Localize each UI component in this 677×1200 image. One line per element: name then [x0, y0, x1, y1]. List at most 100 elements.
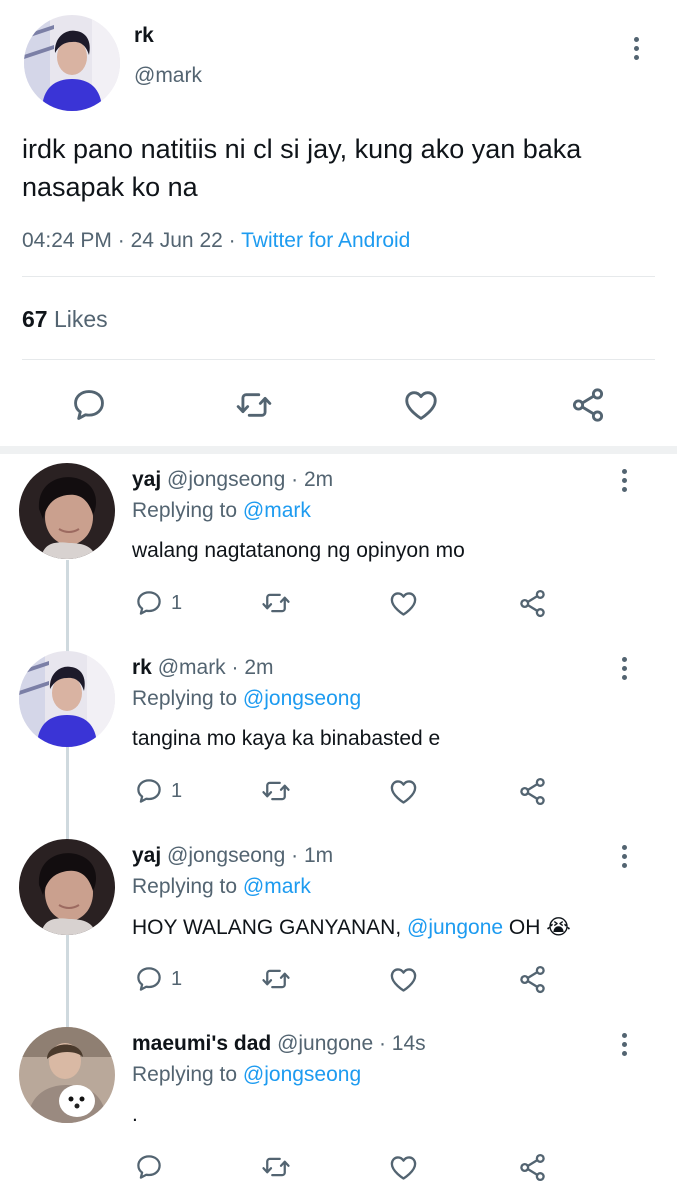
meta-separator: · — [222, 229, 242, 252]
reply-text: HOY WALANG GANYANAN, @jungone OH 😭 — [132, 915, 571, 940]
reply-button[interactable] — [134, 776, 164, 806]
author-name[interactable]: maeumi's dad — [132, 1032, 271, 1055]
reply-button[interactable] — [134, 588, 164, 618]
retweet-button[interactable] — [259, 1152, 293, 1182]
reply-header: maeumi's dad @jungone · 14s — [132, 1032, 426, 1056]
more-icon[interactable] — [622, 845, 628, 872]
replying-to: Replying to @mark — [132, 499, 311, 523]
divider — [22, 276, 655, 277]
retweet-button[interactable] — [259, 776, 293, 806]
reply-text: walang nagtatanong ng opinyon mo — [132, 539, 465, 562]
like-button[interactable] — [388, 1152, 419, 1183]
share-button[interactable] — [517, 964, 548, 995]
share-button[interactable] — [517, 1152, 548, 1183]
like-button[interactable] — [388, 964, 419, 995]
likes-label: Likes — [53, 306, 108, 332]
reply-count: 1 — [171, 592, 183, 614]
share-icon — [569, 386, 607, 424]
tweet-source-link[interactable]: Twitter for Android — [241, 229, 410, 252]
avatar[interactable] — [24, 15, 120, 111]
reply-icon — [134, 1152, 164, 1182]
replying-label: Replying to — [132, 875, 238, 898]
replying-label: Replying to — [132, 1063, 238, 1086]
tweet-text: irdk pano natitiis ni cl si jay, kung ak… — [22, 134, 582, 202]
avatar[interactable] — [19, 1027, 115, 1123]
replying-to: Replying to @jongseong — [132, 1063, 361, 1087]
retweet-button[interactable] — [259, 964, 293, 994]
tweet-date: 24 Jun 22 — [130, 229, 223, 252]
reply-icon — [134, 964, 164, 994]
more-icon[interactable] — [622, 469, 628, 496]
like-button[interactable] — [388, 776, 419, 807]
reply-count: 1 — [171, 968, 183, 990]
crying-emoji-icon: 😭 — [546, 916, 571, 939]
retweet-button[interactable] — [234, 386, 274, 424]
share-icon — [517, 1152, 548, 1183]
like-icon — [402, 386, 440, 424]
retweet-icon — [259, 964, 293, 994]
author-handle[interactable]: @jongseong — [167, 844, 285, 867]
author-name[interactable]: rk — [134, 24, 154, 48]
author-handle[interactable]: @jungone — [277, 1032, 373, 1055]
reply-button[interactable] — [134, 964, 164, 994]
retweet-button[interactable] — [259, 588, 293, 618]
reply-icon — [134, 588, 164, 618]
like-icon — [388, 964, 419, 995]
reply-button[interactable] — [134, 1152, 164, 1182]
like-icon — [388, 588, 419, 619]
likes-stat[interactable]: 67 Likes — [22, 306, 108, 333]
reply-time: 14s — [391, 1032, 426, 1055]
reply-time: 2m — [244, 656, 274, 679]
retweet-icon — [259, 588, 293, 618]
retweet-icon — [234, 386, 274, 424]
author-name[interactable]: yaj — [132, 468, 161, 491]
dot-separator: · — [285, 844, 304, 867]
reply-time: 2m — [303, 468, 334, 491]
dot-separator: · — [225, 656, 245, 679]
reply-header: rk @mark · 2m — [132, 656, 274, 680]
share-icon — [517, 588, 548, 619]
tweet-meta: 04:24 PM · 24 Jun 22 · Twitter for Andro… — [22, 229, 410, 253]
like-button[interactable] — [388, 588, 419, 619]
share-icon — [517, 776, 548, 807]
dot-separator: · — [285, 468, 304, 491]
replying-to-link[interactable]: @jongseong — [243, 687, 361, 710]
section-separator — [0, 446, 677, 454]
replying-to-link[interactable]: @jongseong — [243, 1063, 361, 1086]
avatar[interactable] — [19, 651, 115, 747]
replying-label: Replying to — [132, 499, 238, 522]
share-button[interactable] — [517, 588, 548, 619]
reply-text-part: OH — [503, 916, 547, 939]
like-icon — [388, 1152, 419, 1183]
reply-text: . — [132, 1103, 138, 1126]
retweet-icon — [259, 1152, 293, 1182]
share-button[interactable] — [517, 776, 548, 807]
replying-to-link[interactable]: @mark — [243, 875, 311, 898]
reply-icon — [134, 776, 164, 806]
like-icon — [388, 776, 419, 807]
author-handle[interactable]: @mark — [158, 656, 226, 679]
author-name[interactable]: rk — [132, 656, 152, 679]
more-icon[interactable] — [622, 657, 628, 684]
replying-to: Replying to @jongseong — [132, 687, 361, 711]
avatar[interactable] — [19, 839, 115, 935]
replying-label: Replying to — [132, 687, 238, 710]
dot-separator: · — [373, 1032, 392, 1055]
author-name[interactable]: yaj — [132, 844, 161, 867]
avatar[interactable] — [19, 463, 115, 559]
divider — [22, 359, 655, 360]
reply-text-part: HOY WALANG GANYANAN, — [132, 916, 407, 939]
reply-button[interactable] — [70, 386, 108, 424]
author-handle[interactable]: @jongseong — [167, 468, 285, 491]
replying-to-link[interactable]: @mark — [243, 499, 311, 522]
mention-link[interactable]: @jungone — [407, 916, 503, 939]
reply-header: yaj @jongseong · 2m — [132, 468, 333, 492]
author-handle[interactable]: @mark — [134, 64, 202, 88]
more-icon[interactable] — [634, 37, 640, 64]
meta-separator: · — [111, 229, 131, 252]
like-button[interactable] — [402, 386, 440, 424]
share-button[interactable] — [569, 386, 607, 424]
more-icon[interactable] — [622, 1033, 628, 1060]
reply-count: 1 — [171, 780, 183, 802]
reply-icon — [70, 386, 108, 424]
